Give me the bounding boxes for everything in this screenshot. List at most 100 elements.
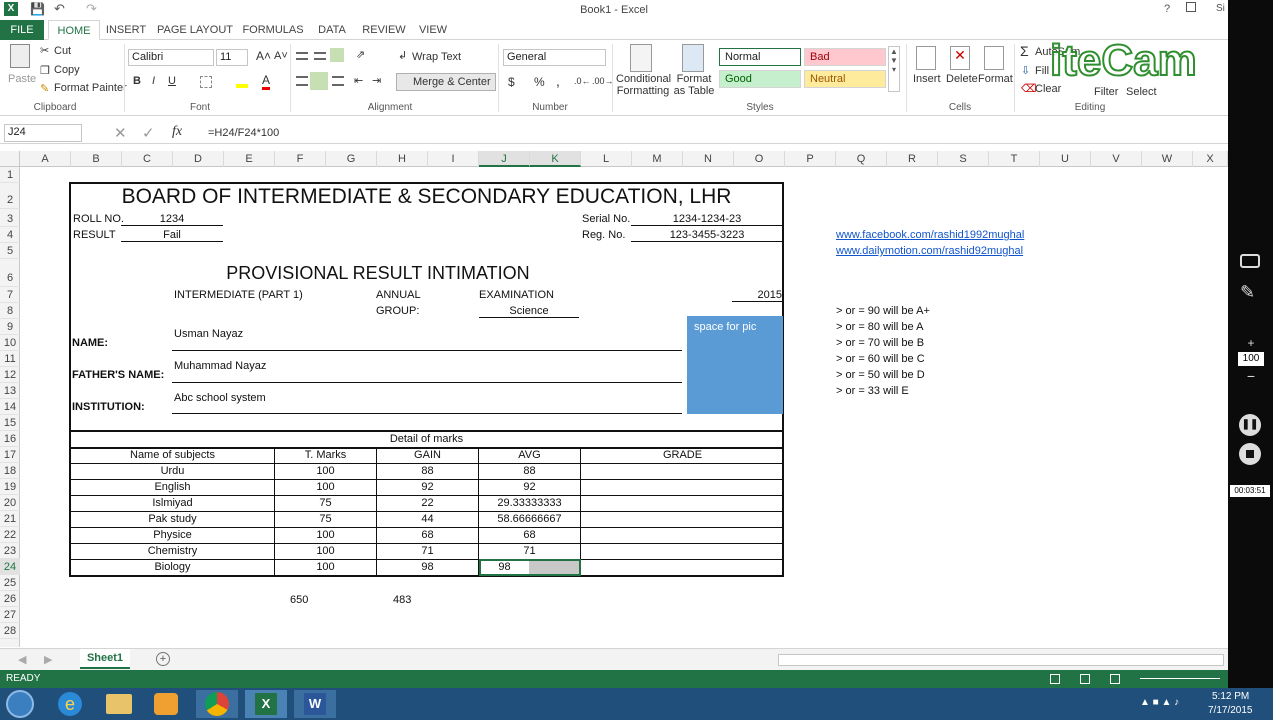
zoom-out-button[interactable]: − [1240,368,1262,384]
comma-button[interactable]: , [556,73,560,89]
format-as-table-button[interactable]: Format as Table [672,73,716,97]
row-header[interactable]: 6 [0,259,20,287]
column-header[interactable]: F [275,151,326,167]
fill-color-icon[interactable] [236,76,248,88]
column-header[interactable]: A [20,151,71,167]
roll-value[interactable]: 1234 [121,213,223,226]
copy-button[interactable]: Copy [54,64,80,76]
restore-ribbon-icon[interactable] [1186,2,1196,12]
next-sheet-icon[interactable]: ▶ [44,653,52,666]
column-header[interactable]: K [530,151,581,167]
header-grade[interactable]: GRADE [581,449,784,461]
facebook-link[interactable]: www.facebook.com/rashid1992mughal [836,229,1024,241]
column-header[interactable]: X [1193,151,1228,167]
user-name[interactable]: Si [1216,3,1225,14]
row-header[interactable]: 10 [0,335,20,351]
number-format-select[interactable]: General [503,49,606,66]
tab-review[interactable]: REVIEW [360,20,408,40]
father-label[interactable]: FATHER'S NAME: [72,369,164,381]
subject-name[interactable]: Urdu [71,465,274,477]
grade-rule[interactable]: > or = 70 will be B [836,337,924,349]
grade-rule[interactable]: > or = 33 will E [836,385,909,397]
camera-icon[interactable] [1240,254,1260,268]
subject-name[interactable]: English [71,481,274,493]
row-header[interactable]: 14 [0,399,20,415]
row-header[interactable]: 17 [0,447,20,463]
horizontal-scrollbar[interactable] [778,654,1224,666]
subject-gain[interactable]: 44 [377,513,478,525]
column-header[interactable]: B [71,151,122,167]
header-gain[interactable]: GAIN [377,449,478,461]
top-align-icon[interactable] [296,52,308,60]
column-header[interactable]: S [938,151,989,167]
merge-center-button[interactable]: Merge & Center [396,73,496,91]
style-good[interactable]: Good [719,70,801,88]
font-name-select[interactable]: Calibri [128,49,214,66]
align-center-icon[interactable] [310,72,328,90]
subject-avg[interactable]: 88 [479,465,580,477]
row-header[interactable]: 23 [0,543,20,559]
italic-button[interactable]: I [152,75,155,87]
grade-rule[interactable]: > or = 80 will be A [836,321,923,333]
insert-cells-button[interactable]: Insert [913,73,941,85]
subject-gain[interactable]: 71 [377,545,478,557]
styles-scroll-icon[interactable]: ▲ ▼ ▾ [888,46,900,92]
group-label[interactable]: GROUP: [376,305,419,317]
subject-gain[interactable]: 68 [377,529,478,541]
row-header[interactable]: 7 [0,287,20,303]
subject-avg[interactable]: 58.66666667 [479,513,580,525]
subject-avg[interactable]: 92 [479,481,580,493]
father-name[interactable]: Muhammad Nayaz [174,360,266,372]
subject-total[interactable]: 100 [275,545,376,557]
tab-home[interactable]: HOME [48,20,100,40]
row-header[interactable]: 24 [0,559,20,575]
bottom-align-icon[interactable] [330,48,344,62]
row-header[interactable]: 4 [0,227,20,243]
subject-total[interactable]: 75 [275,513,376,525]
column-header[interactable]: N [683,151,734,167]
column-header[interactable]: D [173,151,224,167]
photo-placeholder[interactable]: space for pic [687,316,783,414]
format-cells-icon[interactable] [984,46,1004,70]
name-label[interactable]: NAME: [72,337,108,349]
format-as-table-icon[interactable] [682,44,704,72]
wrap-text-icon[interactable]: ↲ [398,49,407,62]
orientation-icon[interactable]: ⇗ [356,48,365,61]
cut-icon[interactable]: ✂ [40,44,49,57]
reg-value[interactable]: 123-3455-3223 [631,229,783,242]
column-header[interactable]: P [785,151,836,167]
subject-gain[interactable]: 22 [377,497,478,509]
institution-label[interactable]: INSTITUTION: [72,401,145,413]
word-taskbar-button[interactable]: W [294,690,336,718]
increase-decimal-icon[interactable]: .0← [574,76,591,86]
insert-cells-icon[interactable] [916,46,936,70]
middle-align-icon[interactable] [314,52,326,60]
subject-name[interactable]: Pak study [71,513,274,525]
formula-input[interactable]: =H24/F24*100 [208,127,279,139]
column-header[interactable]: J [479,151,530,167]
bold-button[interactable]: B [133,75,141,87]
row-header[interactable]: 20 [0,495,20,511]
chrome-taskbar-button[interactable] [196,690,238,718]
worksheet-grid[interactable]: BOARD OF INTERMEDIATE & SECONDARY EDUCAT… [21,167,1228,647]
enter-icon[interactable]: ✓ [142,124,155,142]
dailymotion-link[interactable]: www.dailymotion.com/rashid92mughal [836,245,1023,257]
row-header[interactable]: 11 [0,351,20,367]
subject-avg[interactable]: 71 [479,545,580,557]
exam-level[interactable]: INTERMEDIATE (PART 1) [174,289,303,301]
examination-label[interactable]: EXAMINATION [479,289,554,301]
delete-cells-button[interactable]: Delete [946,73,978,85]
wrap-text-button[interactable]: Wrap Text [412,51,461,63]
subject-total[interactable]: 100 [275,529,376,541]
shrink-font-icon[interactable]: A˅ [274,50,288,62]
tab-data[interactable]: DATA [312,20,352,40]
sort-filter-button[interactable]: Filter [1094,86,1118,98]
subject-name[interactable]: Chemistry [71,545,274,557]
serial-label[interactable]: Serial No. [582,213,630,225]
column-header[interactable]: W [1142,151,1193,167]
row-header[interactable]: 18 [0,463,20,479]
subject-total[interactable]: 100 [275,465,376,477]
column-header[interactable]: U [1040,151,1091,167]
paste-icon[interactable] [10,44,30,68]
row-header[interactable]: 8 [0,303,20,319]
